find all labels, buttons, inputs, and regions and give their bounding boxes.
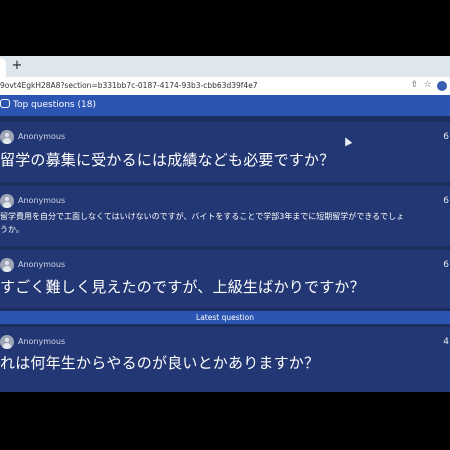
author-name: Anonymous: [18, 196, 66, 205]
top-questions-text: Top questions (18): [13, 100, 96, 110]
question-meta: Anonymous 4: [0, 335, 450, 351]
address-bar[interactable]: 9ovt4EgkH28A8?section=b331bb7c-0187-4174…: [0, 77, 450, 96]
latest-question-label: Latest question: [196, 313, 254, 322]
browser-tab-bar: +: [0, 56, 450, 77]
latest-question-card[interactable]: Anonymous 4 れは何年生からやるのが良いとかありますか？: [0, 327, 450, 392]
avatar: [0, 258, 14, 272]
extension-icon[interactable]: [437, 81, 447, 91]
question-card[interactable]: Anonymous 6 留学の募集に受かるには成績なども必要ですか？: [0, 122, 450, 182]
bookmark-star-icon[interactable]: ☆: [422, 80, 433, 91]
question-meta: Anonymous 6: [0, 194, 450, 210]
latest-question-divider: Latest question: [0, 311, 450, 324]
upvote-count[interactable]: 6: [443, 131, 449, 143]
upvote-count[interactable]: 6: [443, 195, 449, 207]
avatar: [0, 130, 14, 144]
author-name: Anonymous: [18, 337, 66, 346]
new-tab-button[interactable]: +: [10, 58, 24, 74]
app-window: + 9ovt4EgkH28A8?section=b331bb7c-0187-41…: [0, 56, 450, 392]
url-text[interactable]: 9ovt4EgkH28A8?section=b331bb7c-0187-4174…: [0, 79, 258, 93]
question-card[interactable]: Anonymous 6 留学費用を自分で工面しなくてはいけないのですが、バイトを…: [0, 186, 450, 246]
question-meta: Anonymous 6: [0, 130, 450, 146]
question-meta: Anonymous 6: [0, 258, 450, 274]
question-text-line-2: うか。: [0, 225, 24, 234]
top-questions-header[interactable]: Top questions (18): [0, 95, 450, 116]
author-name: Anonymous: [18, 132, 66, 141]
question-text: れは何年生からやるのが良いとかありますか？: [0, 354, 320, 372]
upvote-count[interactable]: 4: [443, 336, 449, 348]
avatar: [0, 335, 14, 349]
browser-tab-active[interactable]: [0, 58, 6, 77]
top-questions-label[interactable]: Top questions (18): [0, 99, 96, 112]
question-text-line-1: 留学費用を自分で工面しなくてはいけないのですが、バイトをすることで学部3年までに…: [0, 212, 405, 221]
upvote-count[interactable]: 6: [443, 259, 449, 271]
share-icon[interactable]: ⇧: [409, 80, 420, 91]
question-text: 留学の募集に受かるには成績なども必要ですか？: [0, 151, 335, 169]
author-name: Anonymous: [18, 260, 66, 269]
avatar: [0, 194, 14, 208]
chat-bubble-icon: [0, 99, 10, 108]
question-card[interactable]: Anonymous 6 すごく難しく見えたのですが、上級生ばかりですか？: [0, 250, 450, 308]
question-text: すごく難しく見えたのですが、上級生ばかりですか？: [0, 278, 365, 296]
